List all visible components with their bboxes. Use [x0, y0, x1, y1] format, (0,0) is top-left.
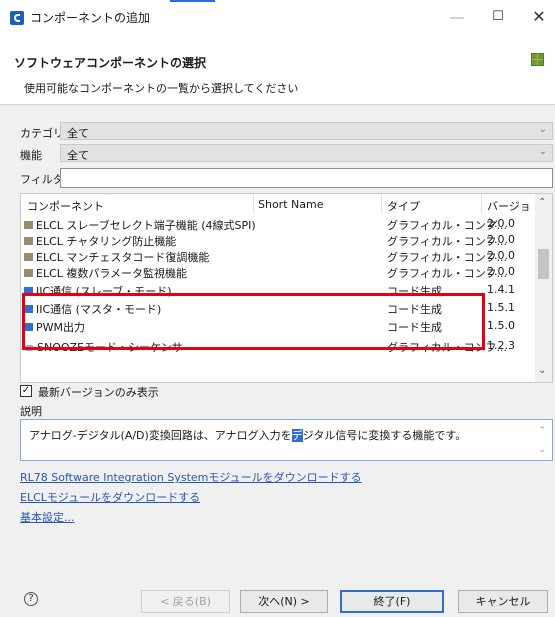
- description-label: 説明: [20, 405, 42, 418]
- graphical-config-icon: [24, 237, 33, 245]
- main-area: カテゴリ 全て ⌄ 機能 全て ⌄ フィルタ コンポーネント ⌃ Short N…: [0, 105, 555, 617]
- component-version: 1.5.0: [487, 319, 515, 332]
- component-name: ELCL スレーブセレクト端子機能 (4線式SPI): [36, 219, 256, 232]
- app-icon: [10, 11, 24, 25]
- description-box[interactable]: アナログ-デジタル(A/D)変換回路は、アナログ入力をデジタル信号に変換する機能…: [20, 419, 553, 461]
- elcl-download-link[interactable]: ELCLモジュールをダウンロードする: [20, 489, 200, 505]
- scroll-down-icon[interactable]: ⌄: [538, 365, 546, 376]
- latest-version-label: 最新バージョンのみ表示: [38, 386, 159, 399]
- column-divider: [481, 194, 482, 214]
- title-bar: コンポーネントの追加 — ☐ ✕: [0, 0, 555, 34]
- column-divider: [253, 194, 254, 214]
- component-grid-icon: [531, 53, 544, 66]
- scroll-down-icon[interactable]: ⌄: [538, 445, 546, 455]
- table-scrollbar[interactable]: ⌃ ⌄: [535, 194, 552, 382]
- component-name: ELCL チャタリング防止機能: [36, 235, 177, 248]
- description-text-after: ジタル信号に変換する機能です。: [302, 429, 467, 442]
- component-version: 2.0.0: [487, 265, 515, 278]
- chevron-down-icon: ⌄: [538, 124, 547, 135]
- chevron-down-icon: ⌄: [538, 146, 547, 157]
- component-version: 2.0.0: [487, 233, 515, 246]
- component-version: 1.5.1: [487, 301, 515, 314]
- table-row[interactable]: ELCL 複数パラメータ監視機能 グラフィカル・コンフ... 2.0.0: [21, 264, 535, 280]
- component-name: ELCL マンチェスタコード復調機能: [36, 251, 210, 264]
- close-button[interactable]: ✕: [525, 6, 553, 28]
- category-label: カテゴリ: [20, 127, 64, 140]
- table-row[interactable]: ELCL マンチェスタコード復調機能 グラフィカル・コンフ... 2.0.0: [21, 248, 535, 264]
- sort-ascending-icon: ⌃: [105, 193, 113, 202]
- scroll-up-icon[interactable]: ⌃: [538, 197, 546, 208]
- filter-input[interactable]: [60, 168, 553, 188]
- wizard-header: ソフトウェアコンポーネントの選択 使用可能なコンポーネントの一覧から選択してくだ…: [0, 34, 555, 105]
- highlight-box: [22, 293, 485, 350]
- help-icon[interactable]: ?: [24, 592, 38, 606]
- component-version: 1.2.3: [487, 339, 515, 352]
- basic-settings-link[interactable]: 基本設定...: [20, 509, 75, 525]
- finish-button[interactable]: 終了(F): [340, 590, 444, 613]
- window-title: コンポーネントの追加: [30, 11, 151, 25]
- component-version: 1.4.1: [487, 283, 515, 296]
- filter-label: フィルタ: [20, 173, 64, 186]
- function-label: 機能: [20, 149, 42, 162]
- category-value: 全て: [67, 127, 89, 140]
- component-version: 2.0.0: [487, 217, 515, 230]
- category-select[interactable]: 全て ⌄: [60, 122, 553, 140]
- description-text-before: アナログ-デジタル(A/D)変換回路は、アナログ入力を: [29, 429, 292, 442]
- component-name: ELCL 複数パラメータ監視機能: [36, 267, 188, 280]
- scrollbar-thumb[interactable]: [538, 249, 549, 279]
- graphical-config-icon: [24, 221, 33, 229]
- back-button[interactable]: < 戻る(B): [141, 590, 230, 613]
- checkbox-check-icon[interactable]: ✓: [20, 385, 32, 397]
- next-button[interactable]: 次へ(N) >: [240, 590, 328, 613]
- column-header-component[interactable]: コンポーネント: [27, 198, 104, 214]
- table-header: コンポーネント ⌃ Short Name タイプ バージョン: [21, 193, 535, 229]
- minimize-button[interactable]: —: [443, 6, 471, 28]
- description-text-selection: デ: [291, 429, 303, 442]
- component-table: コンポーネント ⌃ Short Name タイプ バージョン ELCL スレーブ…: [20, 193, 553, 383]
- component-version: 2.0.0: [487, 249, 515, 262]
- column-divider: [381, 194, 382, 214]
- graphical-config-icon: [24, 253, 33, 261]
- rl78-download-link[interactable]: RL78 Software Integration Systemモジュールをダウ…: [20, 469, 362, 485]
- function-select[interactable]: 全て ⌄: [60, 144, 553, 162]
- maximize-button[interactable]: ☐: [484, 6, 512, 28]
- table-row[interactable]: ELCL チャタリング防止機能 グラフィカル・コンフ... 2.0.0: [21, 232, 535, 248]
- page-subtitle: 使用可能なコンポーネントの一覧から選択してください: [24, 82, 299, 95]
- description-text: アナログ-デジタル(A/D)変換回路は、アナログ入力をデジタル信号に変換する機能…: [29, 427, 466, 443]
- table-row[interactable]: ELCL スレーブセレクト端子機能 (4線式SPI) グラフィカル・コンフ...…: [21, 216, 535, 232]
- title-accent-line: [170, 0, 215, 2]
- scroll-up-icon[interactable]: ⌃: [538, 426, 546, 436]
- column-header-short-name[interactable]: Short Name: [258, 198, 323, 211]
- column-header-type[interactable]: タイプ: [387, 198, 420, 214]
- function-value: 全て: [67, 149, 89, 162]
- cancel-button[interactable]: キャンセル: [458, 590, 548, 613]
- page-title: ソフトウェアコンポーネントの選択: [14, 56, 207, 70]
- graphical-config-icon: [24, 269, 33, 277]
